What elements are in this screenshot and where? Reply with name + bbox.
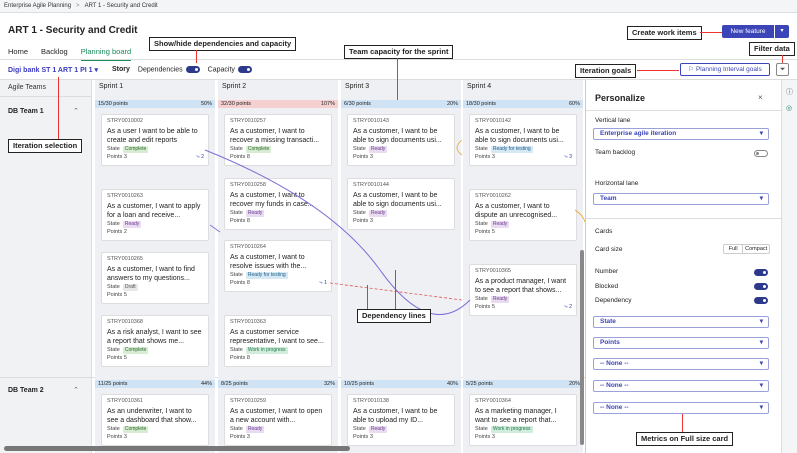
blocked-label: Blocked: [595, 283, 619, 290]
callout-team-capacity: Team capacity for the sprint: [344, 45, 454, 59]
metric-3-select[interactable]: -- None --: [593, 358, 769, 370]
blocked-dependency-line: [329, 282, 463, 301]
dependency-switch[interactable]: [754, 297, 768, 304]
callout-arrow: [58, 77, 59, 139]
callout-show-hide: Show/hide dependencies and capacity: [149, 37, 297, 51]
metric-5-select[interactable]: -- None --: [593, 402, 769, 414]
metric-1-select[interactable]: State: [593, 316, 769, 328]
card-size-label: Card size: [595, 246, 623, 253]
personalize-icon[interactable]: ◎: [786, 104, 792, 112]
side-rail: ⓘ ◎: [781, 80, 797, 453]
close-icon[interactable]: ×: [758, 93, 763, 102]
card-size-full[interactable]: Full: [724, 245, 742, 253]
dependency-label: Dependency: [595, 297, 632, 304]
dependency-line: [456, 139, 463, 156]
board-vertical-scrollbar[interactable]: [580, 250, 584, 445]
callout-create-work-items: Create work items: [627, 26, 702, 40]
team-backlog-label: Team backlog: [595, 149, 636, 156]
callout-iteration-selection: Iteration selection: [8, 139, 83, 153]
dependency-line: [209, 224, 221, 233]
dependency-line: [204, 149, 471, 315]
blocked-switch[interactable]: [754, 283, 768, 290]
metric-4-select[interactable]: -- None --: [593, 380, 769, 392]
callout-arrow: [682, 414, 683, 432]
callout-arrow: [395, 270, 396, 309]
board-horizontal-scrollbar[interactable]: [4, 446, 350, 451]
callout-metrics: Metrics on Full size card: [636, 432, 734, 446]
card-size-toggle[interactable]: Full Compact: [723, 244, 770, 254]
callout-filter-data: Filter data: [749, 42, 795, 56]
callout-arrow: [700, 32, 722, 33]
divider: [586, 218, 782, 219]
callout-arrow: [637, 70, 679, 71]
callout-arrow: [782, 55, 783, 63]
vertical-lane-label: Vertical lane: [595, 117, 631, 124]
horizontal-lane-select[interactable]: Team: [593, 193, 769, 205]
metric-2-select[interactable]: Points: [593, 337, 769, 349]
team-backlog-switch[interactable]: [754, 150, 768, 157]
vertical-lane-select[interactable]: Enterprise agile iteration: [593, 128, 769, 140]
callout-arrow: [196, 50, 197, 63]
callout-iteration-goals: Iteration goals: [575, 64, 637, 78]
callout-dependency-lines: Dependency lines: [357, 309, 431, 323]
callout-arrow: [397, 58, 398, 100]
callout-arrow: [367, 285, 368, 309]
card-size-compact[interactable]: Compact: [742, 245, 769, 253]
info-icon[interactable]: ⓘ: [786, 87, 793, 97]
divider: [586, 110, 782, 111]
number-label: Number: [595, 268, 619, 275]
dependency-line: [574, 209, 586, 223]
personalize-title: Personalize: [595, 93, 646, 103]
cards-label: Cards: [595, 228, 613, 235]
horizontal-lane-label: Horizontal lane: [595, 180, 639, 187]
number-switch[interactable]: [754, 269, 768, 276]
